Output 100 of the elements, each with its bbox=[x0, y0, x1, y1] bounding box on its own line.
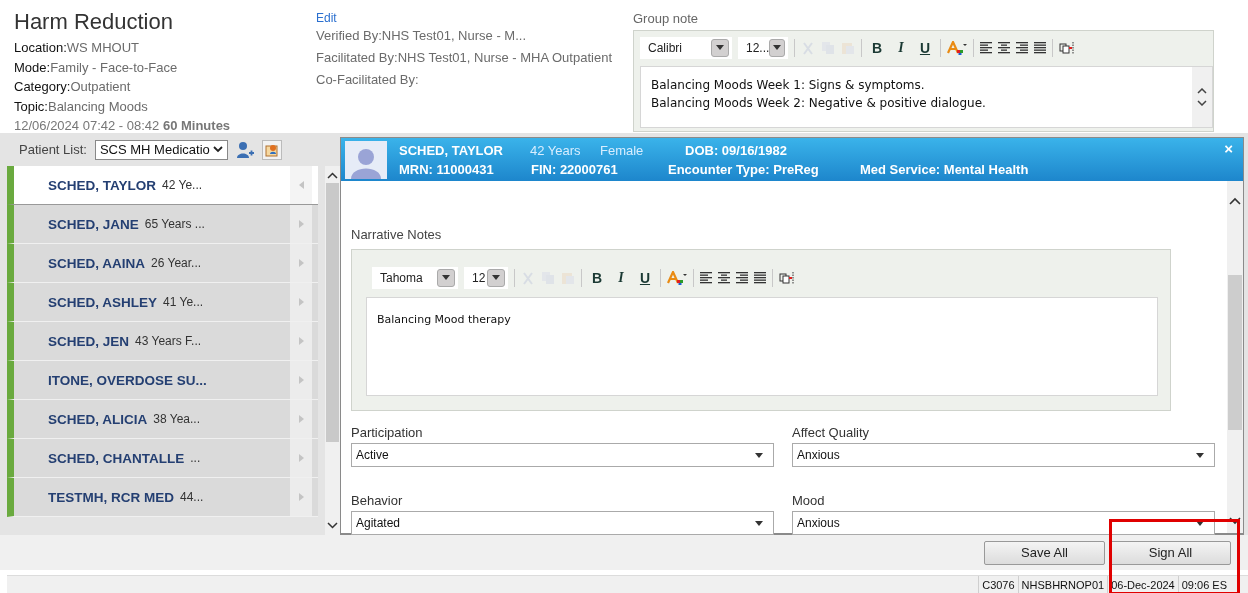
align-left-icon bbox=[700, 271, 712, 284]
patient-row[interactable]: TESTMH, RCR MED 44... bbox=[7, 478, 319, 517]
patient-name: SCHED, AAINA bbox=[48, 255, 145, 271]
caret-icon bbox=[755, 520, 763, 526]
scroll-up-icon[interactable] bbox=[1197, 88, 1207, 94]
table-icon bbox=[779, 270, 795, 285]
patient-row[interactable]: SCHED, CHANTALLE ... bbox=[7, 439, 319, 478]
font-color-icon bbox=[667, 270, 687, 285]
align-center-icon bbox=[718, 271, 730, 284]
caret-left-icon bbox=[298, 181, 304, 189]
caret-icon bbox=[442, 275, 450, 280]
patient-details: 26 Year... bbox=[151, 256, 202, 270]
caret-icon bbox=[773, 45, 782, 50]
caret-right-icon bbox=[298, 454, 304, 462]
patient-row[interactable]: SCHED, ALICIA 38 Yea... bbox=[7, 400, 319, 439]
save-all-button[interactable]: Save All bbox=[984, 540, 1105, 565]
staff-line: Verified By:NHS Test01, Nurse - M... bbox=[316, 27, 527, 45]
bold-button[interactable]: B bbox=[588, 269, 606, 286]
note-text: Balancing Mood therapy bbox=[377, 312, 512, 328]
scrollbar[interactable] bbox=[325, 166, 340, 535]
caret-icon bbox=[492, 275, 500, 280]
edit-link[interactable]: Edit bbox=[316, 11, 337, 25]
note-text: Balancing Moods Week 1: Signs & symptoms. bbox=[651, 77, 926, 94]
patient-name: SCHED, JANE bbox=[48, 216, 139, 232]
status-text: NHSBHRNOP01 bbox=[1017, 576, 1108, 593]
person-card-icon bbox=[264, 142, 279, 157]
scrollbar[interactable] bbox=[1227, 181, 1243, 533]
note-text: Balancing Moods Week 2: Negative & positive dialogue. bbox=[651, 95, 987, 112]
note-text-area[interactable]: Balancing Mood therapy bbox=[366, 297, 1158, 396]
narrative-notes-label: Narrative Notes bbox=[351, 227, 442, 242]
field-label: Location: bbox=[14, 40, 67, 55]
caret-right-icon bbox=[298, 415, 304, 423]
dropdown-button[interactable] bbox=[769, 38, 785, 57]
patient-row[interactable]: SCHED, JEN 43 Years F... bbox=[7, 322, 319, 361]
note-text-area[interactable]: Balancing Moods Week 1: Signs & symptoms. Balancing Moods Week 2: Negative & positive dialogue. bbox=[640, 66, 1213, 128]
patient-details: 41 Ye... bbox=[163, 295, 204, 309]
underline-button[interactable]: U bbox=[636, 269, 654, 286]
patient-name: SCHED, TAYLOR bbox=[48, 177, 156, 193]
field-label: Topic: bbox=[14, 98, 48, 114]
underline-button[interactable]: U bbox=[916, 39, 934, 56]
field-label: Mood bbox=[792, 493, 826, 510]
page-title: Harm Reduction bbox=[14, 9, 174, 35]
field-value: Family - Face-to-Face bbox=[50, 59, 178, 75]
scroll-down-icon bbox=[327, 522, 339, 529]
patient-details: 43 Years F... bbox=[135, 334, 202, 348]
patient-row[interactable]: SCHED, AAINA 26 Year... bbox=[7, 244, 319, 283]
dropdown-button[interactable] bbox=[487, 268, 505, 287]
toolbar-button[interactable] bbox=[261, 139, 282, 160]
caret-icon bbox=[755, 452, 763, 458]
patient-age: 42 Years bbox=[530, 141, 582, 160]
field-label: Mode: bbox=[14, 59, 51, 75]
caret-icon bbox=[1196, 520, 1204, 526]
size-dropdown[interactable]: 12... bbox=[738, 36, 788, 59]
caret-right-icon bbox=[298, 220, 304, 228]
field-label: Category: bbox=[14, 79, 71, 94]
dropdown-button[interactable] bbox=[711, 38, 729, 57]
add-person-icon[interactable] bbox=[235, 140, 254, 159]
italic-button[interactable]: I bbox=[892, 39, 910, 56]
field-label: Affect Quality bbox=[792, 425, 871, 442]
patient-details: 65 Years ... bbox=[144, 217, 205, 231]
patient-list-dropdown[interactable]: SCS MH Medicatio bbox=[94, 139, 228, 160]
italic-button[interactable]: I bbox=[612, 269, 630, 286]
group-note-label: Group note bbox=[633, 11, 699, 26]
select-field[interactable]: Anxious bbox=[792, 511, 1215, 535]
patient-row[interactable]: SCHED, TAYLOR 42 Ye... bbox=[7, 166, 319, 205]
align-right-icon bbox=[1016, 41, 1028, 54]
sign-all-button[interactable]: Sign All bbox=[1110, 540, 1231, 565]
caret-right-icon bbox=[298, 493, 304, 501]
font-dropdown[interactable]: Calibri bbox=[640, 36, 732, 59]
caret-right-icon bbox=[298, 298, 304, 306]
chevron-down-icon bbox=[212, 146, 223, 153]
font-dropdown[interactable]: Tahoma bbox=[372, 266, 458, 289]
font-color-icon bbox=[947, 40, 967, 55]
select-field[interactable]: Agitated bbox=[351, 511, 774, 535]
select-field[interactable]: Active bbox=[351, 443, 774, 467]
size-dropdown[interactable]: 12 bbox=[464, 266, 508, 289]
caret-right-icon bbox=[298, 259, 304, 267]
patient-row[interactable]: ITONE, OVERDOSE SU... bbox=[7, 361, 319, 400]
justify-icon bbox=[1034, 41, 1046, 54]
med-service: Med Service: Mental Health bbox=[860, 160, 1029, 179]
status-text: 09:06 ES bbox=[1177, 576, 1230, 593]
patient-name: SCHED, JEN bbox=[48, 333, 130, 349]
bold-button[interactable]: B bbox=[868, 39, 886, 56]
dropdown-button[interactable] bbox=[437, 268, 455, 287]
scroll-down-icon bbox=[1229, 517, 1241, 525]
patient-row[interactable]: SCHED, ASHLEY 41 Ye... bbox=[7, 283, 319, 322]
caret-icon bbox=[1196, 452, 1204, 458]
patient-name: SCHED, CHANTALLE bbox=[48, 450, 185, 466]
scroll-down-icon[interactable] bbox=[1197, 100, 1207, 106]
encounter-type: Encounter Type: PreReg bbox=[668, 160, 820, 179]
caret-right-icon bbox=[298, 337, 304, 345]
select-field[interactable]: Anxious bbox=[792, 443, 1215, 467]
patient-details: 44... bbox=[180, 490, 204, 504]
staff-line: Co-Facilitated By: bbox=[316, 71, 420, 89]
patient-mrn: MRN: 11000431 bbox=[399, 160, 495, 179]
patient-name: ITONE, OVERDOSE SU... bbox=[48, 372, 207, 388]
patient-row[interactable]: SCHED, JANE 65 Years ... bbox=[7, 205, 319, 244]
status-text: 06-Dec-2024 bbox=[1107, 576, 1178, 593]
staff-line: Facilitated By:NHS Test01, Nurse - MHA Outpatient bbox=[316, 49, 613, 67]
justify-icon bbox=[754, 271, 766, 284]
